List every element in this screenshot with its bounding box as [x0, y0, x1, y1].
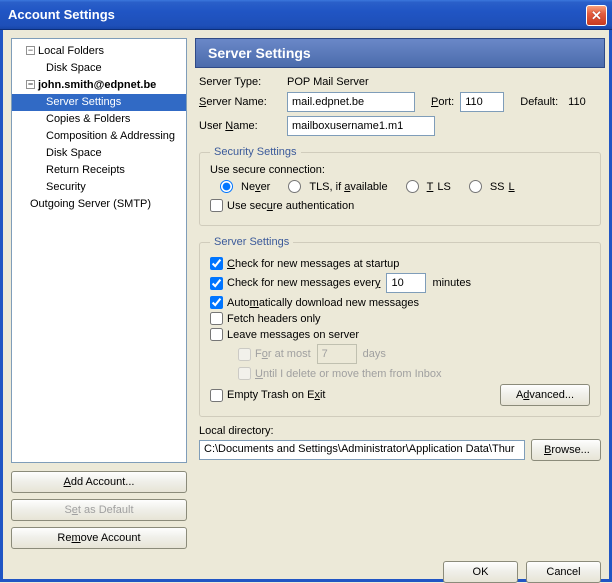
tree-copies-folders[interactable]: Copies & Folders — [12, 111, 186, 128]
advanced-button[interactable]: Advanced... — [500, 384, 590, 406]
local-dir-path: C:\Documents and Settings\Administrator\… — [199, 440, 525, 460]
for-at-most-checkbox — [238, 348, 251, 361]
empty-trash-checkbox[interactable]: Empty Trash on Exit — [210, 389, 325, 402]
cancel-button[interactable]: Cancel — [526, 561, 601, 583]
radio-tls[interactable]: TLS — [406, 180, 451, 193]
leave-on-server-checkbox[interactable]: Leave messages on server — [210, 328, 590, 341]
close-icon: ✕ — [591, 8, 602, 24]
tree-security[interactable]: Security — [12, 179, 186, 196]
radio-never[interactable]: Never — [220, 180, 270, 193]
tree-return-receipts[interactable]: Return Receipts — [12, 162, 186, 179]
tree-disk-space[interactable]: Disk Space — [12, 60, 186, 77]
security-legend: Security Settings — [210, 146, 301, 158]
security-settings-group: Security Settings Use secure connection:… — [199, 146, 601, 226]
use-secure-label: Use secure connection: — [210, 164, 590, 176]
for-at-most-input — [317, 344, 357, 364]
for-at-most-row: For at most days — [238, 344, 590, 364]
auto-download-checkbox[interactable]: Automatically download new messages — [210, 296, 590, 309]
ok-button[interactable]: OK — [443, 561, 518, 583]
user-name-input[interactable] — [287, 116, 435, 136]
title-bar: Account Settings ✕ — [0, 0, 612, 30]
port-label: Port: — [431, 96, 454, 108]
secure-auth-checkbox[interactable]: Use secure authentication — [210, 199, 590, 212]
tree-outgoing-smtp[interactable]: Outgoing Server (SMTP) — [12, 196, 186, 213]
accounts-tree[interactable]: −Local Folders Disk Space −john.smith@ed… — [11, 38, 187, 463]
tree-server-settings[interactable]: Server Settings — [12, 94, 186, 111]
server-settings-group: Server Settings Check for new messages a… — [199, 236, 601, 417]
default-port-value: 110 — [568, 96, 586, 108]
check-interval-input[interactable] — [386, 273, 426, 293]
until-delete-checkbox — [238, 367, 251, 380]
tree-account[interactable]: −john.smith@edpnet.be — [12, 77, 186, 94]
radio-ssl[interactable]: SSL — [469, 180, 515, 193]
tree-local-folders[interactable]: −Local Folders — [12, 43, 186, 60]
check-every-checkbox[interactable]: Check for new messages every minutes — [210, 273, 590, 293]
add-account-button[interactable]: Add Account... — [11, 471, 187, 493]
browse-button[interactable]: Browse... — [531, 439, 601, 461]
port-input[interactable] — [460, 92, 504, 112]
twisty-icon[interactable]: − — [26, 80, 35, 89]
user-name-label: User Name: — [199, 120, 287, 132]
set-default-button: Set as Default — [11, 499, 187, 521]
panel-header: Server Settings — [195, 38, 605, 68]
server-settings-legend: Server Settings — [210, 236, 293, 248]
check-startup-checkbox[interactable]: Check for new messages at startup — [210, 257, 590, 270]
server-name-input[interactable] — [287, 92, 415, 112]
until-delete-row: Until I delete or move them from Inbox — [238, 367, 590, 380]
window-title: Account Settings — [8, 7, 115, 22]
close-button[interactable]: ✕ — [586, 5, 607, 26]
twisty-icon[interactable]: − — [26, 46, 35, 55]
tree-composition[interactable]: Composition & Addressing — [12, 128, 186, 145]
server-type-label: Server Type: — [199, 76, 287, 88]
tree-disk-space-2[interactable]: Disk Space — [12, 145, 186, 162]
local-dir-label: Local directory: — [199, 425, 601, 437]
default-label: Default: — [520, 96, 558, 108]
fetch-headers-checkbox[interactable]: Fetch headers only — [210, 312, 590, 325]
server-type-value: POP Mail Server — [287, 76, 369, 88]
radio-tls-if[interactable]: TLS, if available — [288, 180, 387, 193]
server-name-label: Server Name: — [199, 96, 287, 108]
remove-account-button[interactable]: Remove Account — [11, 527, 187, 549]
